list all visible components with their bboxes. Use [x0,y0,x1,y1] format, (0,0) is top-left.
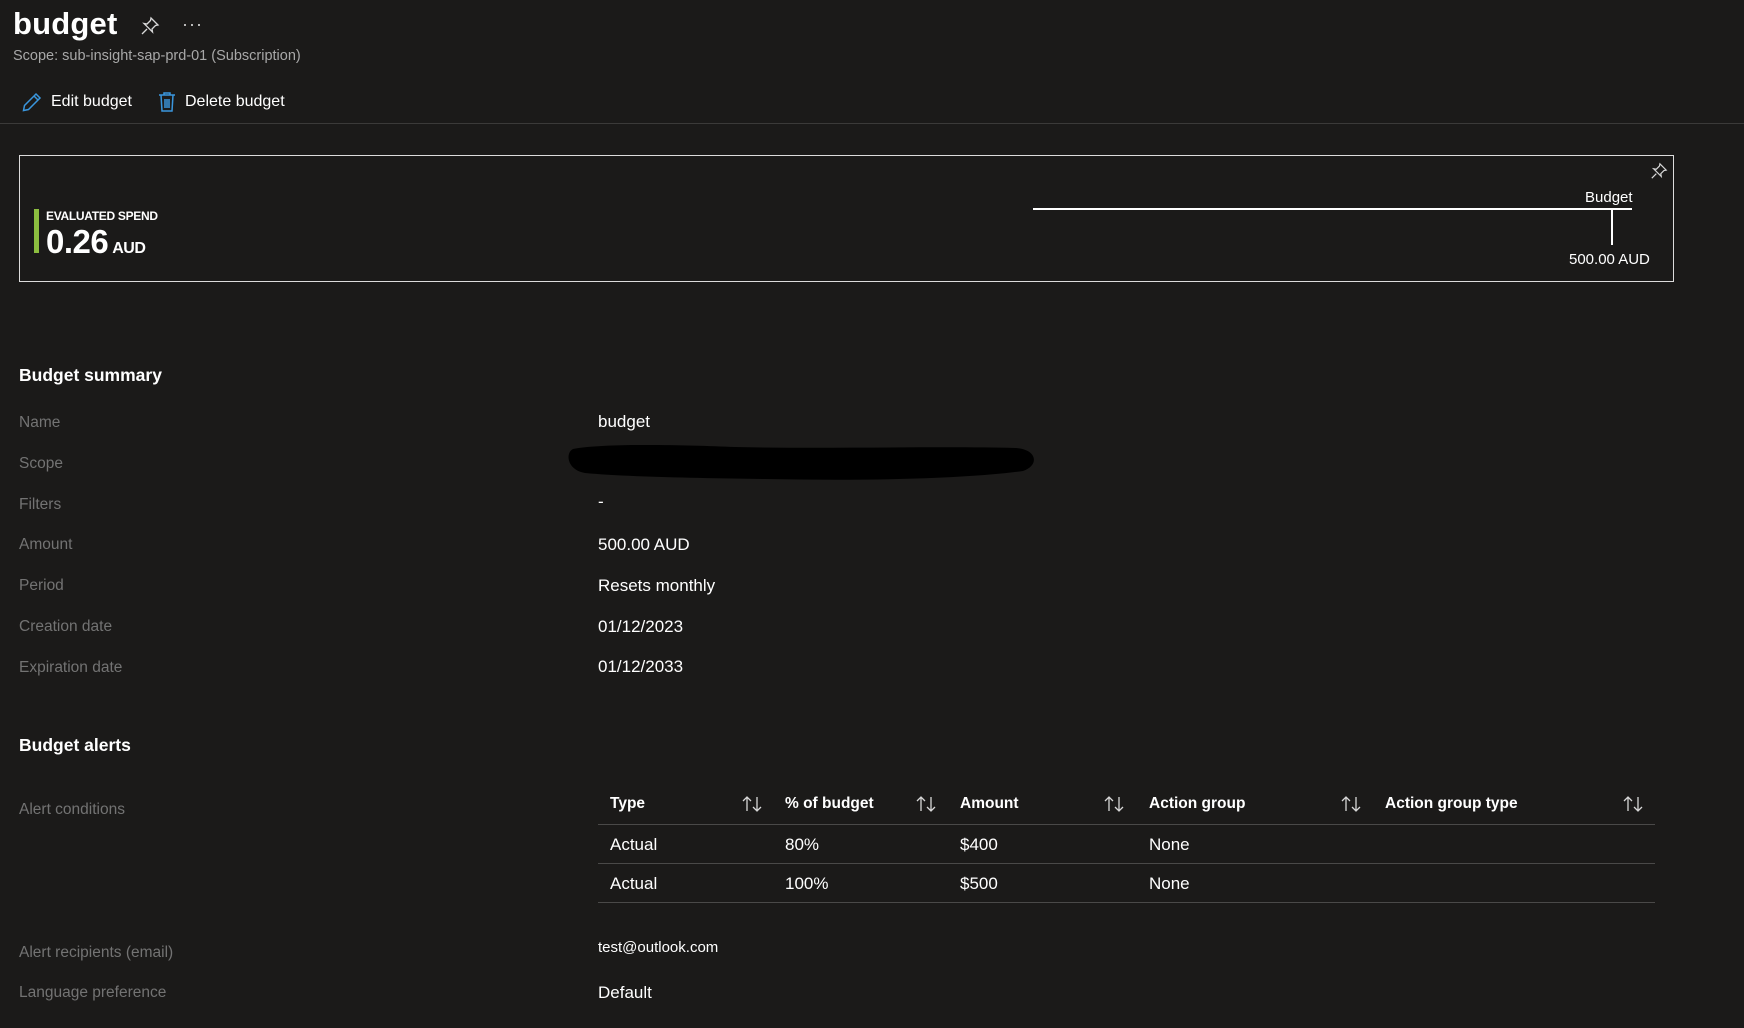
evaluated-spend-label: EVALUATED SPEND [46,209,158,223]
sort-icon[interactable] [1622,794,1644,814]
more-icon[interactable]: ··· [182,14,203,35]
edit-budget-label: Edit budget [51,93,132,110]
scope-value-redacted [565,443,1037,483]
creation-date-label: Creation date [19,618,113,635]
command-bar: Edit budget Delete budget [0,82,1744,124]
alert-conditions-table: Type % of budget Amount Action group Act… [598,785,1655,903]
cell-type: Actual [610,835,658,854]
evaluated-spend-value: 0.26 AUD [46,223,146,261]
sort-icon[interactable] [915,794,937,814]
col-action-group-type[interactable]: Action group type [1385,795,1518,813]
spend-amount: 0.26 [46,223,109,260]
scope-label: Scope [19,455,63,472]
col-amount[interactable]: Amount [960,795,1019,813]
pencil-icon [21,91,43,113]
name-label: Name [19,414,61,431]
col-action-group[interactable]: Action group [1149,795,1245,813]
period-value: Resets monthly [598,576,716,595]
sort-icon[interactable] [1103,794,1125,814]
sort-icon[interactable] [741,794,763,814]
cell-action-group: None [1149,874,1190,893]
col-type[interactable]: Type [610,795,645,813]
table-header: Type % of budget Amount Action group Act… [598,785,1655,825]
filters-label: Filters [19,496,62,513]
table-row: Actual 100% $500 None [598,864,1655,903]
filters-value: - [598,492,604,511]
expiration-date-value: 01/12/2033 [598,657,684,676]
cell-amount: $500 [960,874,998,893]
budget-line [1033,208,1632,210]
cell-type: Actual [610,874,658,893]
edit-budget-button[interactable]: Edit budget [21,88,132,116]
language-preference-label: Language preference [19,984,167,1001]
delete-budget-button[interactable]: Delete budget [157,88,285,116]
budget-marker [1611,208,1613,245]
pin-icon[interactable] [1650,162,1668,180]
sort-icon[interactable] [1340,794,1362,814]
creation-date-value: 01/12/2023 [598,617,684,636]
language-preference-value: Default [598,983,652,1002]
budget-summary-heading: Budget summary [19,365,162,385]
spend-accent-bar [34,209,39,253]
pin-icon[interactable] [140,16,160,36]
alert-recipients-label: Alert recipients (email) [19,944,174,961]
col-percent-of-budget[interactable]: % of budget [785,795,874,813]
budget-spend-card: EVALUATED SPEND 0.26 AUD Budget 500.00 AU… [19,155,1674,282]
budget-alerts-heading: Budget alerts [19,735,131,755]
delete-budget-label: Delete budget [185,93,285,110]
trash-icon [157,91,177,113]
alert-recipients-value: test@outlook.com [598,939,719,956]
name-value: budget [598,412,650,431]
scope-subtitle: Scope: sub-insight-sap-prd-01 (Subscript… [13,48,301,64]
budget-marker-label: Budget [1585,189,1633,206]
cell-percent: 100% [785,874,829,893]
period-label: Period [19,577,64,594]
cell-action-group: None [1149,835,1190,854]
amount-label: Amount [19,536,73,553]
cell-percent: 80% [785,835,820,854]
cell-amount: $400 [960,835,998,854]
budget-marker-value: 500.00 AUD [1569,251,1650,268]
amount-value: 500.00 AUD [598,535,690,554]
page-title: budget [13,6,118,41]
expiration-date-label: Expiration date [19,659,123,676]
spend-unit: AUD [112,240,146,257]
table-row: Actual 80% $400 None [598,825,1655,864]
alert-conditions-label: Alert conditions [19,801,125,818]
